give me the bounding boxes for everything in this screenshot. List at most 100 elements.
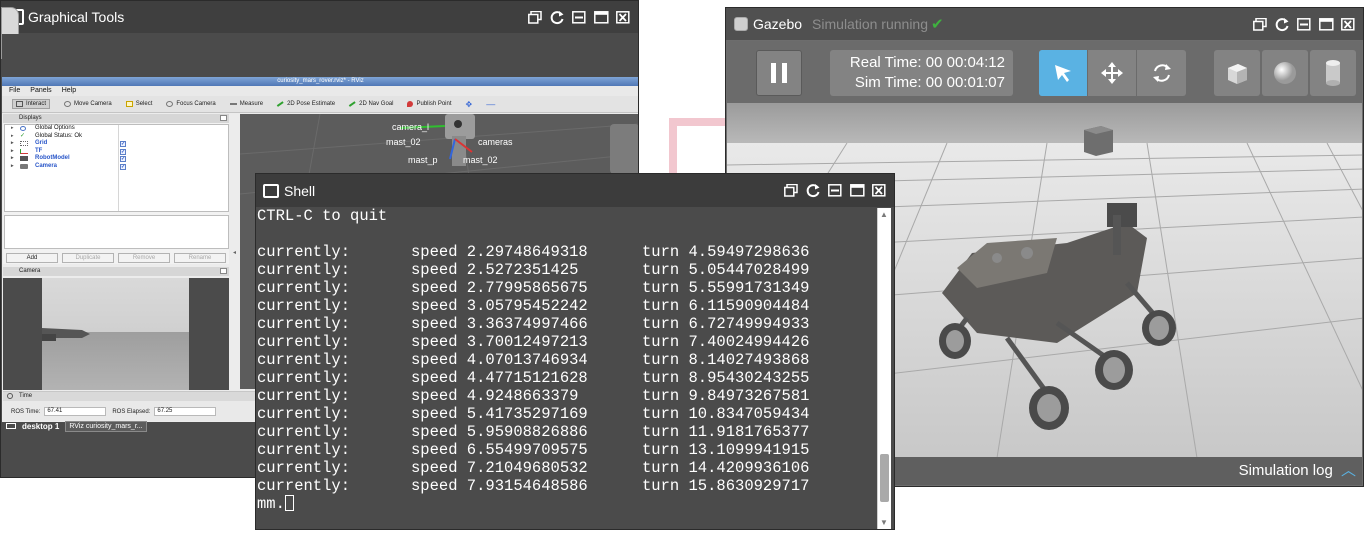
tree-item-grid[interactable]: ▸ Grid ✓ <box>5 140 228 148</box>
ros-elapsed-field[interactable]: 67.25 <box>154 407 217 416</box>
menu-file[interactable]: File <box>9 86 20 96</box>
restore-icon[interactable] <box>1251 16 1269 32</box>
gazebo-titlebar[interactable]: Gazebo Simulation running ✔ <box>726 8 1363 40</box>
tree-item-camera[interactable]: ▸ Camera ✓ <box>5 163 228 171</box>
terminal-turn-text: turn 4.59497298636 <box>642 243 810 261</box>
camera-checkbox[interactable]: ✓ <box>120 163 126 170</box>
terminal-status-text: currently: <box>257 405 351 423</box>
tree-item-global-status[interactable]: ▸ ✓ Global Status: Ok <box>5 133 228 141</box>
sphere-shape-button[interactable] <box>1262 50 1308 96</box>
close-icon[interactable] <box>614 9 632 25</box>
empty-area <box>2 34 637 77</box>
terminal-turn-text: turn 5.05447028499 <box>642 261 810 279</box>
terminal-status-text: currently: <box>257 477 351 495</box>
tool-select[interactable]: Select <box>125 101 152 107</box>
rotate-mode-button[interactable] <box>1137 50 1186 96</box>
select-mode-button[interactable] <box>1039 50 1088 96</box>
close-icon[interactable] <box>870 182 888 198</box>
refresh-icon[interactable] <box>804 182 822 198</box>
translate-mode-button[interactable] <box>1088 50 1137 96</box>
taskbar: desktop 1 RViz curiosity_mars_r... <box>2 417 260 435</box>
graphical-tools-titlebar[interactable]: Graphical Tools <box>1 1 638 33</box>
terminal-speed-text: speed 2.5272351425 <box>411 261 579 279</box>
panel-close-icon[interactable] <box>220 268 227 274</box>
cylinder-icon <box>1326 60 1340 86</box>
terminal-scrollbar[interactable]: ▲ ▼ <box>877 208 891 529</box>
splitter-arrow-icon[interactable]: ◂ <box>233 249 236 256</box>
maximize-icon[interactable] <box>1317 16 1335 32</box>
terminal-line: currently: speed 4.47715121628 turn 8.9543… <box>257 369 877 387</box>
restore-icon[interactable] <box>782 182 800 198</box>
terminal-status-text: currently: <box>257 369 351 387</box>
tf-label-mast-02b: mast_02 <box>463 155 498 165</box>
tree-item-tf[interactable]: ▸ TF ✓ <box>5 148 228 156</box>
grid-checkbox[interactable]: ✓ <box>120 141 126 147</box>
rename-button[interactable]: Rename <box>174 253 226 263</box>
terminal-speed-text: speed 6.55499709575 <box>411 441 588 459</box>
terminal-turn-text: turn 9.84973267581 <box>642 387 810 405</box>
prompt-text: mm. <box>257 495 285 513</box>
terminal-prompt[interactable]: mm. <box>257 495 294 513</box>
menu-help[interactable]: Help <box>62 86 76 96</box>
ros-time-field[interactable]: 67.41 <box>44 407 107 416</box>
terminal-speed-text: speed 3.70012497213 <box>411 333 588 351</box>
tool-publish-point[interactable]: Publish Point <box>407 101 452 107</box>
ros-elapsed-label: ROS Elapsed: <box>112 408 151 415</box>
camera-view <box>3 278 229 390</box>
expand-icon[interactable]: ▸ <box>11 155 14 163</box>
expand-icon[interactable]: ▸ <box>11 133 14 141</box>
rviz-menubar: File Panels Help <box>2 86 638 96</box>
check-icon: ✔ <box>931 16 944 33</box>
minimize-icon[interactable] <box>826 182 844 198</box>
tool-focus-camera[interactable]: Focus Camera <box>166 101 216 107</box>
simulation-status: Simulation running <box>812 16 929 32</box>
refresh-icon[interactable] <box>1273 16 1291 32</box>
minimize-icon[interactable] <box>570 9 588 25</box>
maximize-icon[interactable] <box>592 9 610 25</box>
expand-icon[interactable]: ▸ <box>11 125 14 133</box>
terminal-turn-text: turn 11.9181765377 <box>642 423 810 441</box>
scroll-up-arrow-icon[interactable]: ▲ <box>880 210 888 219</box>
tool-interact[interactable]: Interact <box>12 99 51 109</box>
grid-icon <box>20 141 28 146</box>
restore-icon[interactable] <box>526 9 544 25</box>
pause-button[interactable] <box>756 50 802 96</box>
tool-add[interactable]: ✥ <box>466 100 473 109</box>
tool-measure[interactable]: Measure <box>229 101 263 107</box>
scrollbar-thumb[interactable] <box>880 454 889 502</box>
refresh-icon[interactable] <box>548 9 566 25</box>
rviz-title[interactable]: curiosity_mars_rover.rviz* - RViz <box>2 77 638 86</box>
add-button[interactable]: Add <box>6 253 58 263</box>
expand-icon[interactable]: ▸ <box>11 140 14 148</box>
terminal-speed-text: speed 7.93154648586 <box>411 477 588 495</box>
terminal-output[interactable]: CTRL-C to quit currently: speed 2.2974864… <box>257 207 877 529</box>
cylinder-shape-button[interactable] <box>1310 50 1356 96</box>
panel-close-icon[interactable] <box>220 115 227 121</box>
close-icon[interactable] <box>1339 16 1357 32</box>
terminal-line: currently: speed 7.21049680532 turn 14.420… <box>257 459 877 477</box>
terminal-turn-text: turn 13.1099941915 <box>642 441 810 459</box>
taskbar-rviz-item[interactable]: RViz curiosity_mars_r... <box>65 420 147 432</box>
robotmodel-checkbox[interactable]: ✓ <box>120 156 126 162</box>
menu-panels[interactable]: Panels <box>30 86 51 96</box>
terminal-speed-text: speed 2.29748649318 <box>411 243 588 261</box>
gazebo-logo-icon <box>734 17 748 31</box>
desktop-label[interactable]: desktop 1 <box>22 422 59 431</box>
remove-button[interactable]: Remove <box>118 253 170 263</box>
tree-item-global-options[interactable]: ▸ Global Options <box>5 125 228 133</box>
minimize-icon[interactable] <box>1295 16 1313 32</box>
expand-icon[interactable]: ▸ <box>11 163 14 171</box>
tree-item-robotmodel[interactable]: ▸ RobotModel ✓ <box>5 155 228 163</box>
tool-move-camera[interactable]: Move Camera <box>64 101 112 107</box>
tool-2d-pose-estimate[interactable]: 2D Pose Estimate <box>276 100 335 108</box>
tf-checkbox[interactable]: ✓ <box>120 148 126 155</box>
duplicate-button[interactable]: Duplicate <box>62 253 114 263</box>
box-shape-button[interactable] <box>1214 50 1260 96</box>
expand-icon[interactable]: ▸ <box>11 148 14 156</box>
terminal-line: currently: speed 6.55499709575 turn 13.109… <box>257 441 877 459</box>
shell-titlebar[interactable]: Shell <box>256 174 894 207</box>
scroll-down-arrow-icon[interactable]: ▼ <box>880 518 888 527</box>
maximize-icon[interactable] <box>848 182 866 198</box>
tool-remove[interactable]: — <box>486 99 495 109</box>
tool-2d-nav-goal[interactable]: 2D Nav Goal <box>348 100 393 108</box>
